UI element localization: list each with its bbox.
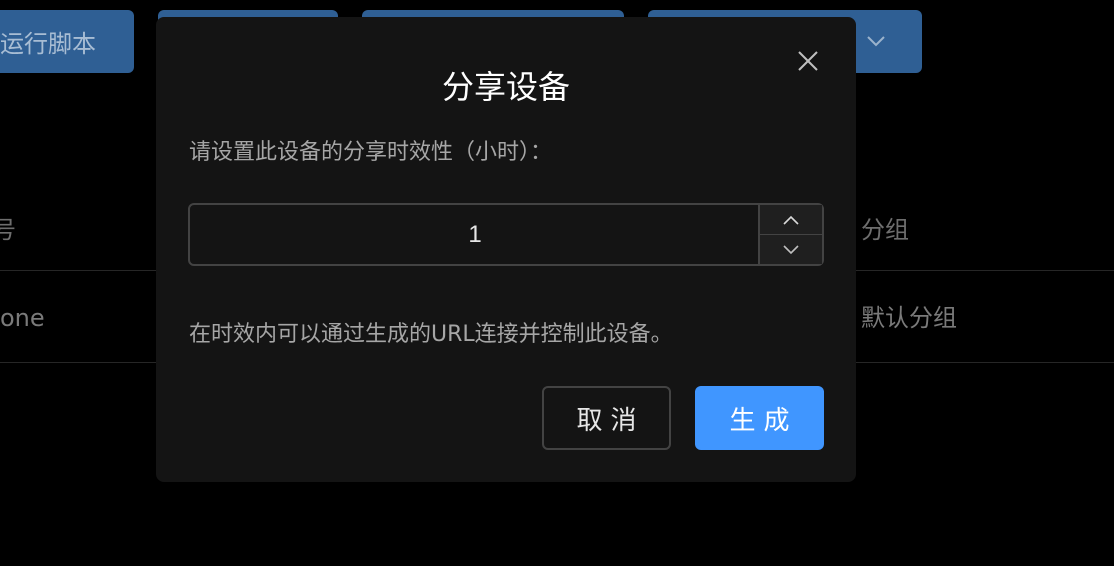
chevron-up-icon [783, 215, 799, 225]
modal-title: 分享设备 [441, 68, 570, 106]
close-icon [798, 51, 818, 71]
share-url-hint: 在时效内可以通过生成的URL连接并控制此设备。 [189, 322, 673, 347]
run-script-label: 运行脚本 [0, 30, 96, 58]
generate-label: 生成 [729, 405, 798, 436]
hours-value[interactable]: 1 [190, 205, 760, 264]
run-script-button[interactable]: 运行脚本 [0, 10, 134, 73]
table-header-group: 分组 [861, 216, 909, 244]
hours-input[interactable]: 1 [188, 203, 824, 266]
chevron-down-icon [783, 244, 799, 254]
chevron-down-icon [867, 36, 885, 47]
generate-button[interactable]: 生成 [695, 386, 824, 450]
cancel-button[interactable]: 取消 [542, 386, 671, 450]
hours-stepper [758, 205, 822, 264]
page: 运行脚本 号 分组 one 默认分组 分享设备 请设置此设备的分享时效性（小时）… [0, 0, 1114, 566]
cancel-label: 取消 [576, 405, 645, 436]
increment-button[interactable] [760, 205, 822, 235]
share-device-modal: 分享设备 请设置此设备的分享时效性（小时）： 1 在时效内可以通过生成的URL连… [156, 17, 856, 482]
table-header-cell: 号 [0, 216, 16, 244]
share-duration-prompt: 请设置此设备的分享时效性（小时）： [189, 140, 553, 165]
table-cell: one [0, 304, 45, 332]
decrement-button[interactable] [760, 235, 822, 264]
table-cell-group: 默认分组 [861, 304, 957, 332]
close-button[interactable] [794, 47, 822, 75]
